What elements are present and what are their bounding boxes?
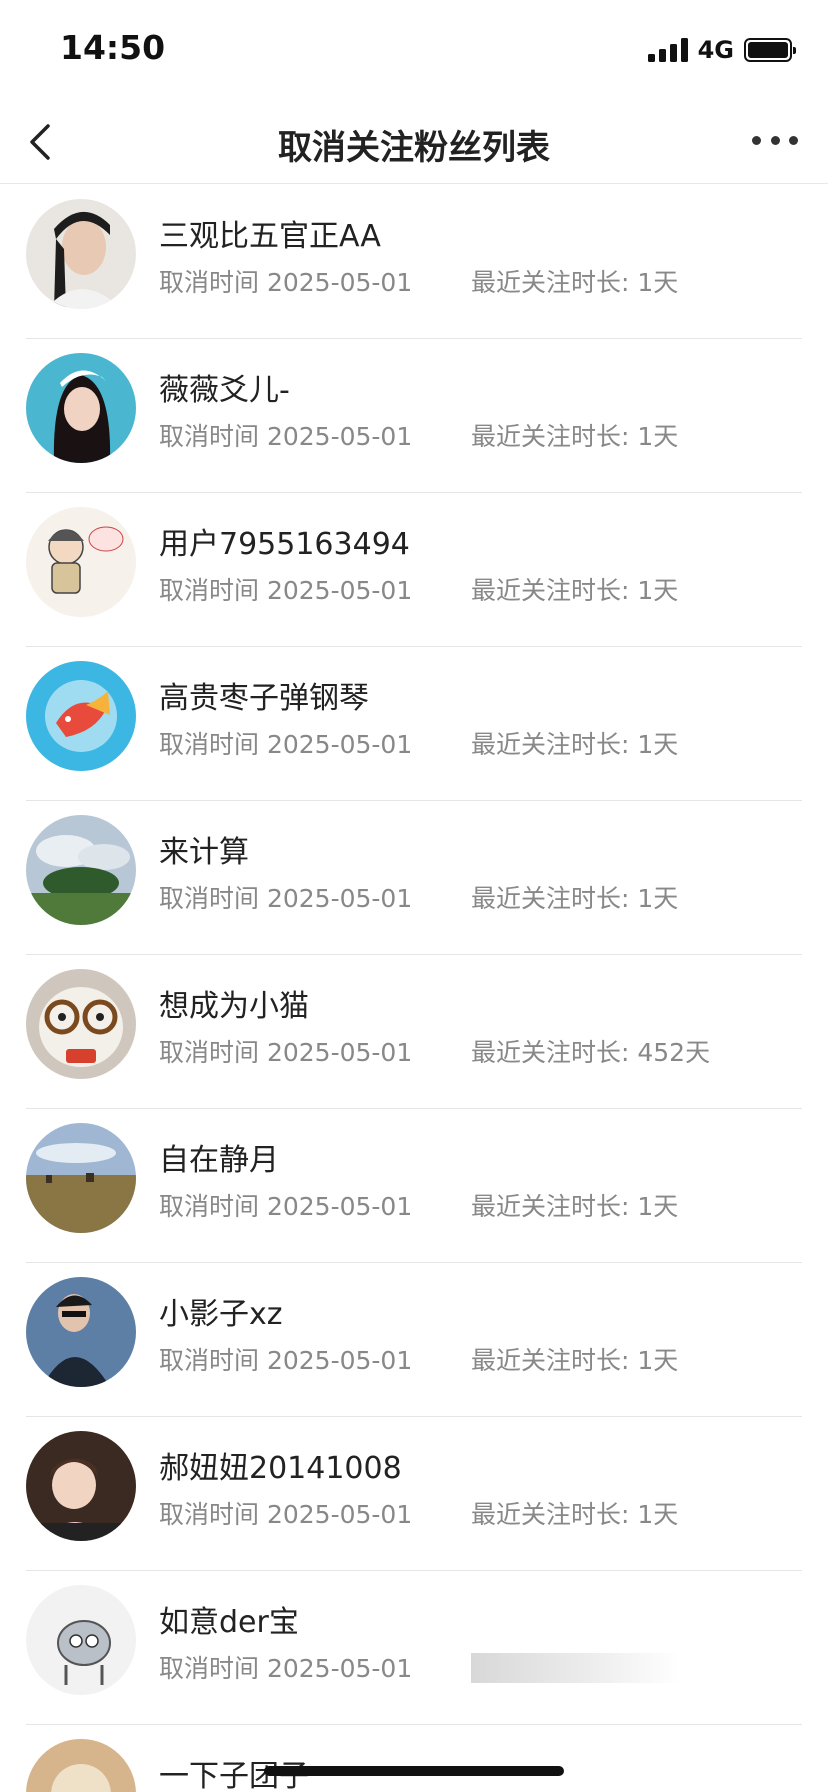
avatar[interactable] <box>26 661 136 771</box>
avatar[interactable] <box>26 1431 136 1541</box>
list-item[interactable]: 一下子团子 <box>26 1725 802 1792</box>
home-indicator[interactable] <box>264 1766 564 1776</box>
status-indicators: 4G <box>647 36 796 64</box>
follow-duration-obscured <box>471 1653 681 1683</box>
fan-name: 三观比五官正AA <box>159 219 381 254</box>
unfollow-time: 取消时间 2025-05-01 <box>159 884 413 913</box>
unfollow-time: 取消时间 2025-05-01 <box>159 1500 413 1529</box>
battery-icon <box>744 38 796 62</box>
list-item[interactable]: 郝妞妞20141008 取消时间 2025-05-01 最近关注时长: 1天 <box>26 1417 802 1571</box>
signal-icon <box>647 38 688 62</box>
follow-duration: 最近关注时长: 1天 <box>471 1346 679 1375</box>
follow-duration: 最近关注时长: 1天 <box>471 576 679 605</box>
list-item[interactable]: 如意der宝 取消时间 2025-05-01 <box>26 1571 802 1725</box>
avatar[interactable] <box>26 1585 136 1695</box>
fan-name: 想成为小猫 <box>159 989 309 1024</box>
list-item[interactable]: 自在静月 取消时间 2025-05-01 最近关注时长: 1天 <box>26 1109 802 1263</box>
list-item[interactable]: 想成为小猫 取消时间 2025-05-01 最近关注时长: 452天 <box>26 955 802 1109</box>
fan-name: 小影子xz <box>159 1297 283 1332</box>
fan-name: 自在静月 <box>159 1143 279 1178</box>
more-icon[interactable] <box>752 134 798 146</box>
list-item[interactable]: 用户7955163494 取消时间 2025-05-01 最近关注时长: 1天 <box>26 493 802 647</box>
follow-duration: 最近关注时长: 1天 <box>471 422 679 451</box>
unfollow-time: 取消时间 2025-05-01 <box>159 268 413 297</box>
unfollow-time: 取消时间 2025-05-01 <box>159 1654 413 1683</box>
avatar[interactable] <box>26 1739 136 1792</box>
unfollow-time: 取消时间 2025-05-01 <box>159 422 413 451</box>
status-time: 14:50 <box>60 28 166 67</box>
list-item[interactable]: 小影子xz 取消时间 2025-05-01 最近关注时长: 1天 <box>26 1263 802 1417</box>
follow-duration: 最近关注时长: 1天 <box>471 1500 679 1529</box>
unfollowed-fans-list: 三观比五官正AA 取消时间 2025-05-01 最近关注时长: 1天 薇薇爻儿… <box>0 185 828 1792</box>
unfollow-time: 取消时间 2025-05-01 <box>159 576 413 605</box>
fan-name: 高贵枣子弹钢琴 <box>159 681 369 716</box>
follow-duration: 最近关注时长: 1天 <box>471 1192 679 1221</box>
list-item[interactable]: 薇薇爻儿- 取消时间 2025-05-01 最近关注时长: 1天 <box>26 339 802 493</box>
unfollow-time: 取消时间 2025-05-01 <box>159 1038 413 1067</box>
page-title: 取消关注粉丝列表 <box>278 128 550 168</box>
avatar[interactable] <box>26 969 136 1079</box>
fan-name: 来计算 <box>159 835 249 870</box>
fan-name: 用户7955163494 <box>159 527 410 562</box>
network-type: 4G <box>697 36 734 64</box>
fan-name: 如意der宝 <box>159 1605 299 1640</box>
list-item[interactable]: 三观比五官正AA 取消时间 2025-05-01 最近关注时长: 1天 <box>26 185 802 339</box>
list-item[interactable]: 来计算 取消时间 2025-05-01 最近关注时长: 1天 <box>26 801 802 955</box>
avatar[interactable] <box>26 199 136 309</box>
fan-name: 郝妞妞20141008 <box>159 1451 402 1486</box>
avatar[interactable] <box>26 1277 136 1387</box>
avatar[interactable] <box>26 353 136 463</box>
list-item[interactable]: 高贵枣子弹钢琴 取消时间 2025-05-01 最近关注时长: 1天 <box>26 647 802 801</box>
status-bar: 14:50 4G <box>0 0 828 100</box>
follow-duration: 最近关注时长: 452天 <box>471 1038 711 1067</box>
follow-duration: 最近关注时长: 1天 <box>471 730 679 759</box>
unfollow-time: 取消时间 2025-05-01 <box>159 1192 413 1221</box>
avatar[interactable] <box>26 1123 136 1233</box>
nav-bar: 取消关注粉丝列表 <box>0 100 828 184</box>
fan-name: 薇薇爻儿- <box>159 373 290 408</box>
avatar[interactable] <box>26 815 136 925</box>
unfollow-time: 取消时间 2025-05-01 <box>159 1346 413 1375</box>
avatar[interactable] <box>26 507 136 617</box>
follow-duration: 最近关注时长: 1天 <box>471 884 679 913</box>
follow-duration: 最近关注时长: 1天 <box>471 268 679 297</box>
unfollow-time: 取消时间 2025-05-01 <box>159 730 413 759</box>
